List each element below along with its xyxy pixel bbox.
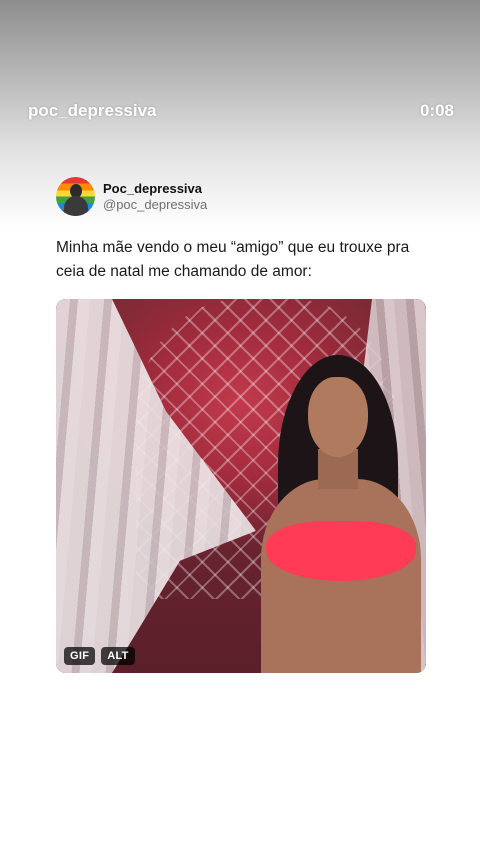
author-names: Poc_depressiva @poc_depressiva xyxy=(103,181,207,213)
story-header: poc_depressiva 0:08 xyxy=(28,99,454,123)
avatar-figure-body xyxy=(64,196,88,216)
tweet-text: Minha mãe vendo o meu “amigo” que eu tro… xyxy=(56,239,410,280)
avatar[interactable] xyxy=(56,177,95,216)
tweet-header: Poc_depressiva @poc_depressiva xyxy=(56,177,207,216)
user-handle[interactable]: @poc_depressiva xyxy=(103,197,207,213)
alt-badge[interactable]: ALT xyxy=(101,647,135,665)
story-username[interactable]: poc_depressiva xyxy=(28,101,157,121)
display-name[interactable]: Poc_depressiva xyxy=(103,181,207,197)
story-timer: 0:08 xyxy=(419,101,454,120)
media-person-top xyxy=(266,521,416,581)
media-badges: GIF ALT xyxy=(64,647,135,665)
gif-badge: GIF xyxy=(64,647,96,665)
tweet-media-gif[interactable]: GIF ALT xyxy=(56,299,426,673)
media-person-face xyxy=(308,377,368,457)
